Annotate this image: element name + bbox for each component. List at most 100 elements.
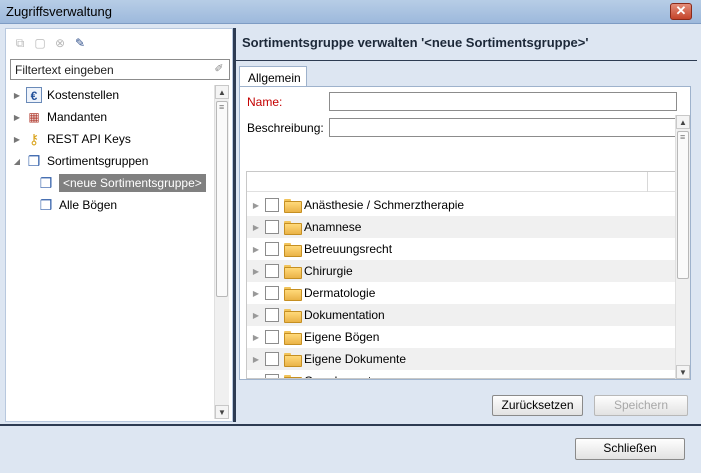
category-label: Anamnese — [304, 220, 362, 234]
folder-icon — [284, 309, 302, 323]
detail-header: Sortimentsgruppe verwalten '<neue Sortim… — [236, 28, 697, 60]
tree-item-label: Mandanten — [47, 110, 108, 124]
category-label: Dokumentation — [304, 308, 385, 322]
pages-icon: ❐ — [27, 153, 41, 169]
expand-arrow-icon[interactable]: ▶ — [249, 223, 263, 232]
category-checkbox[interactable] — [265, 308, 279, 322]
folder-icon — [284, 331, 302, 345]
tree-item-label: REST API Keys — [47, 132, 131, 146]
tree-item-sortimentsgruppen[interactable]: ◢ ❐ Sortimentsgruppen — [12, 151, 148, 171]
list-item[interactable]: ▶ Anamnese — [247, 216, 675, 238]
close-button[interactable]: Schließen — [575, 438, 685, 460]
category-label: Eigene Bögen — [304, 330, 380, 344]
expand-arrow-icon[interactable]: ▶ — [249, 267, 263, 276]
navigation-tree: ▶ € Kostenstellen ▶ ▦ Mandanten ▶ ⚷ REST… — [6, 85, 214, 421]
category-checkbox[interactable] — [265, 352, 279, 366]
euro-icon: € — [26, 87, 42, 103]
list-item[interactable]: ▶ Eigene Dokumente — [247, 348, 675, 370]
list-item[interactable]: ▶ Eigene Bögen — [247, 326, 675, 348]
expand-arrow-icon[interactable]: ▶ — [249, 289, 263, 298]
header-divider — [236, 60, 697, 61]
category-checkbox[interactable] — [265, 220, 279, 234]
category-label: Eigene Dokumente — [304, 352, 407, 366]
category-checkbox[interactable] — [265, 374, 279, 378]
scroll-down-icon[interactable]: ▼ — [676, 365, 690, 379]
pages-icon: ❐ — [39, 197, 53, 213]
folder-icon — [284, 353, 302, 367]
list-item[interactable]: ▶ Dermatologie — [247, 282, 675, 304]
filter-placeholder: Filtertext eingeben — [15, 63, 114, 77]
scroll-down-icon[interactable]: ▼ — [215, 405, 229, 419]
expand-arrow-icon[interactable]: ▶ — [249, 377, 263, 379]
delete-icon[interactable]: ⊗ — [52, 35, 68, 51]
footer-divider — [0, 424, 701, 426]
reset-button[interactable]: Zurücksetzen — [492, 395, 583, 416]
scroll-up-icon[interactable]: ▲ — [215, 85, 229, 99]
category-checkbox[interactable] — [265, 286, 279, 300]
expand-arrow-icon[interactable]: ▶ — [12, 91, 22, 100]
tree-item-mandanten[interactable]: ▶ ▦ Mandanten — [12, 107, 107, 127]
tree-item-label: <neue Sortimentsgruppe> — [59, 174, 206, 192]
category-label: Dermatologie — [304, 286, 376, 300]
tree-item-kostenstellen[interactable]: ▶ € Kostenstellen — [12, 85, 119, 105]
folder-icon — [284, 199, 302, 213]
tree-item-alle-boegen[interactable]: ❐ Alle Bögen — [38, 195, 117, 215]
window-title: Zugriffsverwaltung — [6, 4, 112, 19]
form-scrollbar[interactable]: ▲ ▼ — [675, 115, 690, 379]
list-item[interactable]: ▶ Grandparent — [247, 370, 675, 379]
filter-input[interactable]: Filtertext eingeben ✐ — [10, 59, 230, 80]
paste-icon[interactable]: ▢ — [32, 35, 48, 51]
category-checkbox[interactable] — [265, 198, 279, 212]
pages-icon: ❐ — [39, 175, 53, 191]
left-toolbar: ⧉ ▢ ⊗ ✎ — [12, 35, 88, 53]
tree-item-label: Alle Bögen — [59, 198, 118, 212]
column-divider — [647, 172, 648, 192]
copy-icon[interactable]: ⧉ — [12, 35, 28, 51]
list-item[interactable]: ▶ Anästhesie / Schmerztherapie — [247, 194, 675, 216]
tree-scrollbar[interactable]: ▲ ▼ — [214, 85, 229, 419]
scroll-up-icon[interactable]: ▲ — [676, 115, 690, 129]
tree-item-label: Kostenstellen — [47, 88, 120, 102]
folder-icon — [284, 265, 302, 279]
mandant-grid-icon: ▦ — [28, 110, 40, 124]
tab-content-allgemein: Name: Beschreibung: ▶ Anästhesie / Schmer… — [239, 86, 691, 380]
name-field[interactable] — [329, 92, 677, 111]
list-item[interactable]: ▶ Dokumentation — [247, 304, 675, 326]
scroll-thumb[interactable] — [677, 131, 689, 279]
description-field[interactable] — [329, 118, 677, 137]
expand-arrow-icon[interactable]: ▶ — [249, 355, 263, 364]
category-checkbox[interactable] — [265, 264, 279, 278]
expand-arrow-icon[interactable]: ▶ — [12, 135, 22, 144]
folder-icon — [284, 221, 302, 235]
window-titlebar: Zugriffsverwaltung ✕ — [0, 0, 701, 24]
category-checkbox[interactable] — [265, 242, 279, 256]
category-grid: ▶ Anästhesie / Schmerztherapie ▶ Anamnese ▶ B… — [246, 171, 676, 379]
tree-item-neue-sortimentsgruppe[interactable]: ❐ <neue Sortimentsgruppe> — [38, 173, 206, 193]
folder-icon — [284, 243, 302, 257]
close-icon[interactable]: ✕ — [670, 3, 692, 20]
list-item[interactable]: ▶ Chirurgie — [247, 260, 675, 282]
page-title: Sortimentsgruppe verwalten '<neue Sortim… — [242, 35, 589, 50]
folder-icon — [284, 287, 302, 301]
category-label: Chirurgie — [304, 264, 353, 278]
expand-arrow-icon[interactable]: ▶ — [249, 245, 263, 254]
expand-arrow-icon[interactable]: ▶ — [249, 201, 263, 210]
key-icon: ⚷ — [28, 131, 40, 147]
category-checkbox[interactable] — [265, 330, 279, 344]
expand-arrow-icon[interactable]: ▶ — [249, 333, 263, 342]
save-button[interactable]: Speichern — [594, 395, 688, 416]
tree-item-rest-api-keys[interactable]: ▶ ⚷ REST API Keys — [12, 129, 131, 149]
expand-arrow-icon[interactable]: ▶ — [12, 113, 22, 122]
category-label: Grandparent — [304, 374, 371, 378]
collapse-arrow-icon[interactable]: ◢ — [12, 157, 22, 166]
eraser-icon[interactable]: ✐ — [212, 62, 226, 76]
edit-icon[interactable]: ✎ — [72, 35, 88, 51]
folder-icon — [284, 375, 302, 378]
category-label: Anästhesie / Schmerztherapie — [304, 198, 465, 212]
tab-allgemein[interactable]: Allgemein — [239, 66, 307, 87]
navigation-panel: ⧉ ▢ ⊗ ✎ Filtertext eingeben ✐ ▶ € Kosten… — [5, 28, 233, 422]
scroll-thumb[interactable] — [216, 101, 228, 297]
category-label: Betreuungsrecht — [304, 242, 393, 256]
list-item[interactable]: ▶ Betreuungsrecht — [247, 238, 675, 260]
expand-arrow-icon[interactable]: ▶ — [249, 311, 263, 320]
